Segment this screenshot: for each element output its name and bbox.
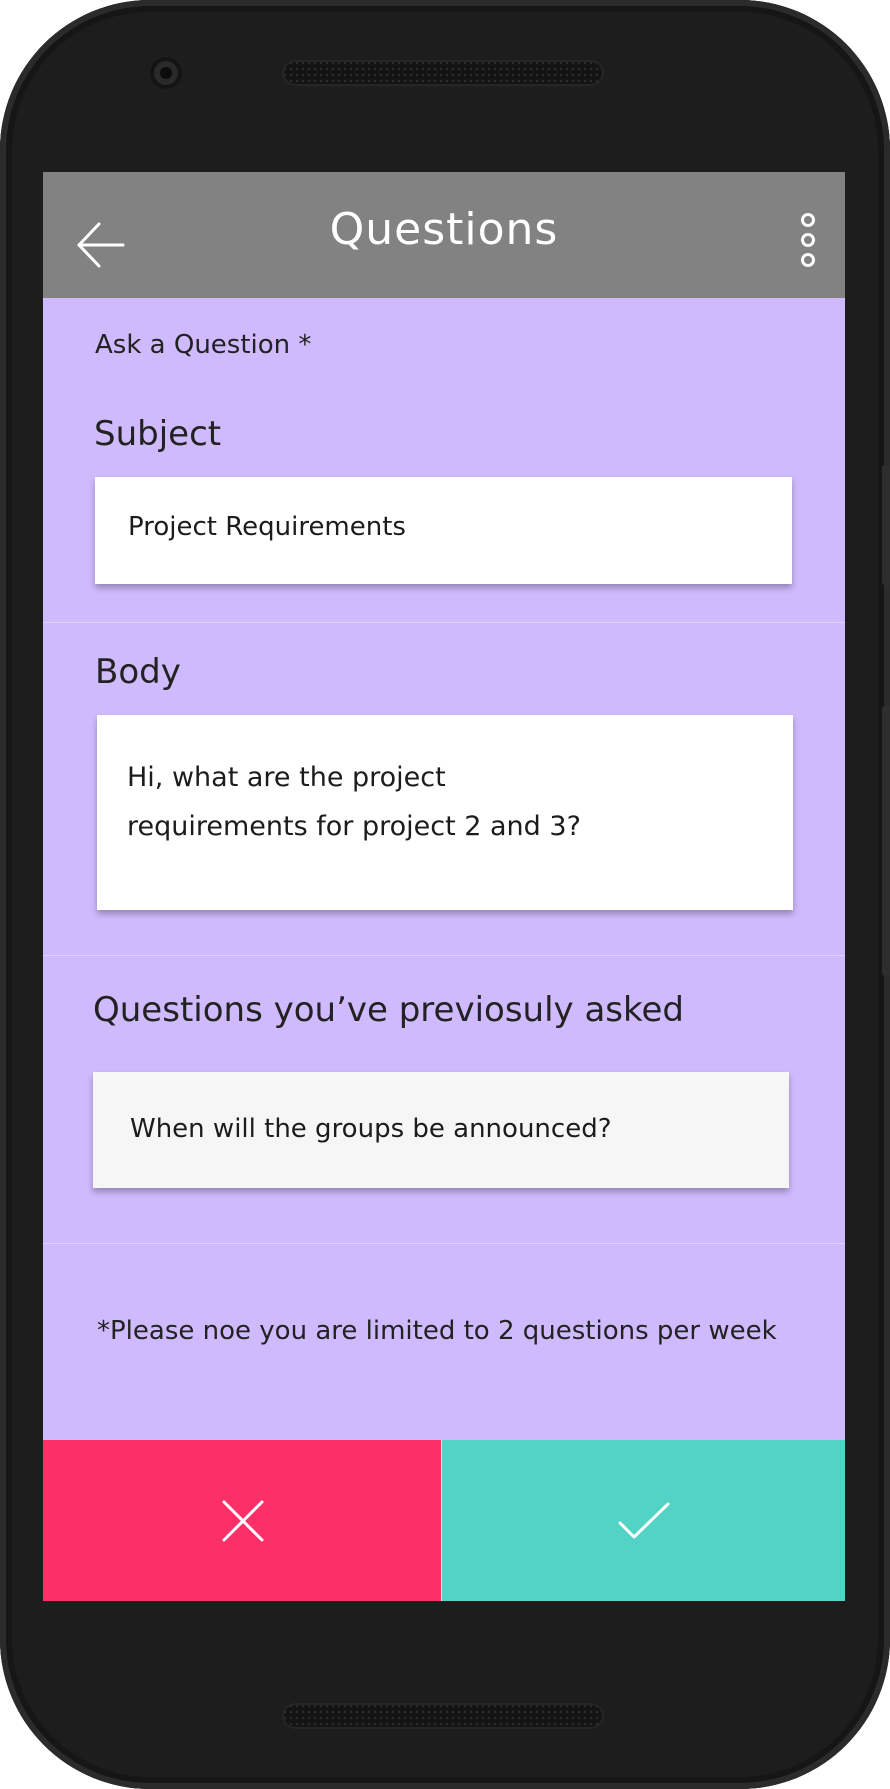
volume-button: [882, 465, 890, 585]
body-field[interactable]: Hi, what are the project requirements fo…: [97, 715, 793, 910]
page-title: Questions: [329, 204, 559, 255]
body-label: Body: [95, 652, 181, 692]
section-divider: [43, 1243, 845, 1244]
app-bar: Questions: [43, 172, 845, 298]
section-divider: [43, 622, 845, 623]
ask-question-label: Ask a Question *: [95, 330, 312, 360]
bottom-speaker: [282, 1703, 604, 1729]
close-icon: [222, 1500, 263, 1541]
check-icon: [618, 1502, 669, 1538]
power-button: [882, 706, 890, 976]
previous-question-item[interactable]: When will the groups be announced?: [93, 1072, 789, 1188]
front-camera: [150, 57, 182, 89]
confirm-button[interactable]: [442, 1440, 845, 1601]
section-divider: [43, 955, 845, 956]
cancel-button[interactable]: [43, 1440, 442, 1601]
screen: Questions Ask a Question * Subject Proje…: [43, 172, 845, 1601]
question-limit-note: *Please noe you are limited to 2 questio…: [97, 1316, 777, 1346]
subject-label: Subject: [94, 414, 222, 454]
earpiece-speaker: [282, 60, 604, 86]
previous-questions-label: Questions you’ve previosuly asked: [93, 990, 684, 1030]
subject-field[interactable]: Project Requirements: [95, 477, 792, 584]
more-vertical-icon: [801, 213, 815, 267]
phone-frame: Questions Ask a Question * Subject Proje…: [0, 0, 890, 1789]
overflow-menu-button[interactable]: [795, 212, 821, 268]
